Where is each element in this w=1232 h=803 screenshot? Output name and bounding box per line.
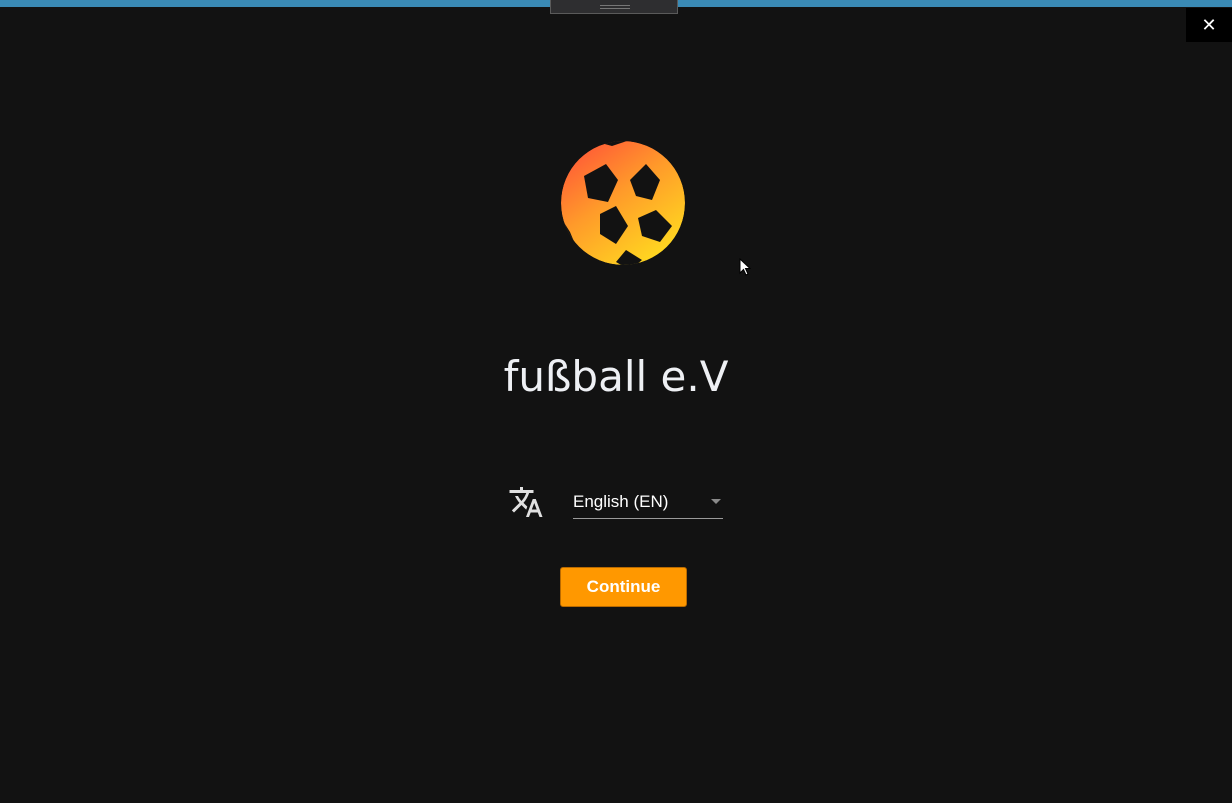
translate-icon xyxy=(509,487,543,517)
chevron-down-icon xyxy=(711,499,721,504)
continue-button[interactable]: Continue xyxy=(560,567,687,607)
language-select[interactable]: English (EN) xyxy=(573,488,723,519)
close-button[interactable]: ✕ xyxy=(1186,8,1232,42)
app-title: fußball e.V xyxy=(503,352,729,401)
mouse-cursor-icon xyxy=(739,258,751,276)
app-logo xyxy=(561,141,685,265)
close-icon: ✕ xyxy=(1201,14,1217,35)
drag-handle[interactable] xyxy=(550,0,678,14)
language-select-value: English (EN) xyxy=(573,492,669,511)
